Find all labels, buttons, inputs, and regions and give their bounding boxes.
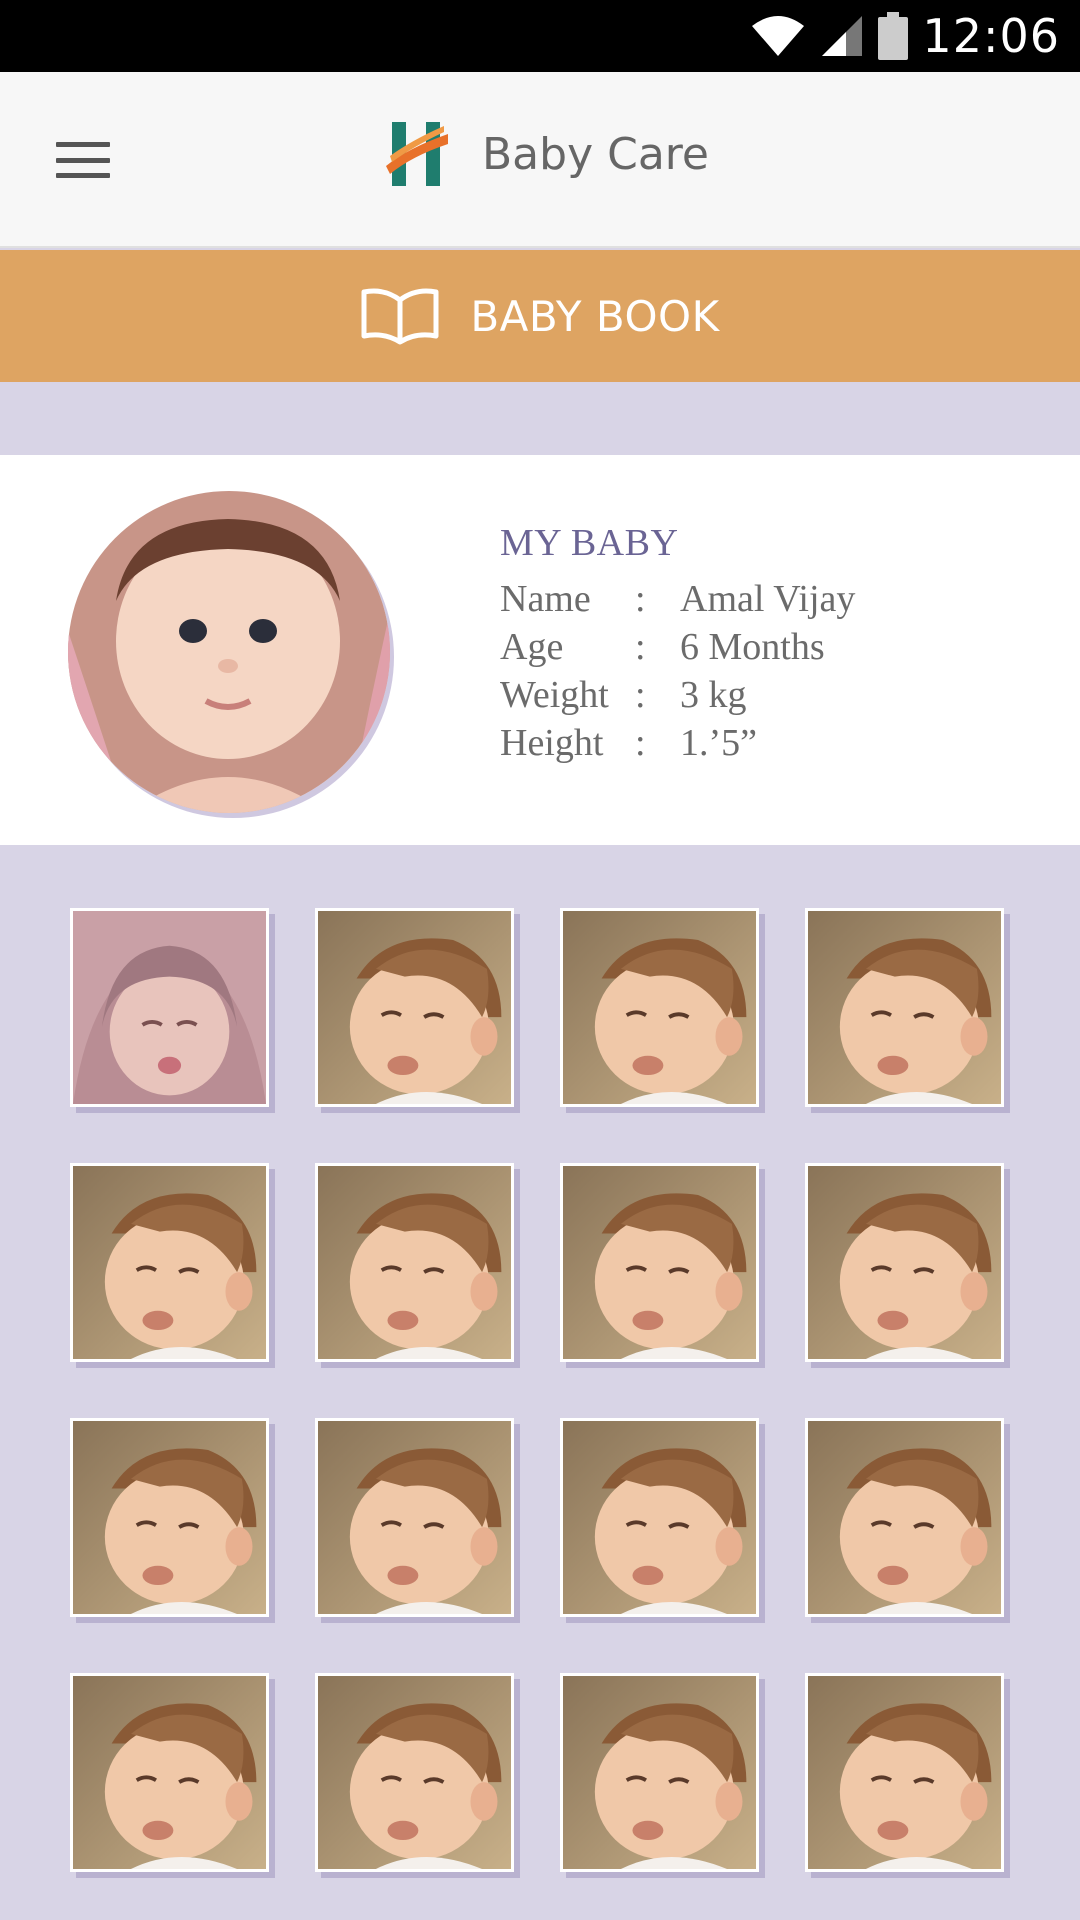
- app-bar: Baby Care: [0, 72, 1080, 248]
- info-separator: :: [635, 722, 646, 764]
- info-row-weight: Weight : 3 kg: [500, 671, 855, 719]
- gallery-photo-pouting-baby[interactable]: [70, 1163, 269, 1362]
- gallery-photo-pouting-baby[interactable]: [560, 1418, 759, 1617]
- gallery-photo-pouting-baby[interactable]: [805, 1673, 1004, 1872]
- gallery-photo-pouting-baby[interactable]: [315, 1418, 514, 1617]
- battery-icon: [878, 12, 909, 60]
- gallery-photo-pouting-baby[interactable]: [315, 1673, 514, 1872]
- gallery-photo-pouting-baby[interactable]: [805, 1418, 1004, 1617]
- open-book-icon: [361, 288, 439, 345]
- hamburger-menu-icon[interactable]: [50, 130, 116, 190]
- signal-icon: [822, 16, 863, 56]
- info-separator: :: [635, 674, 646, 716]
- info-label: Name: [500, 578, 591, 620]
- info-separator: :: [635, 626, 646, 668]
- gallery-photo-pouting-baby[interactable]: [805, 908, 1004, 1107]
- baby-avatar[interactable]: [68, 491, 390, 813]
- wifi-icon: [752, 16, 805, 56]
- info-row-name: Name : Amal Vijay: [500, 575, 855, 623]
- info-value: 1.’5”: [680, 722, 758, 764]
- app-brand: Baby Care: [386, 122, 709, 186]
- info-separator: :: [635, 578, 646, 620]
- info-row-age: Age : 6 Months: [500, 623, 855, 671]
- gallery-photo-pouting-baby[interactable]: [70, 1673, 269, 1872]
- info-label: Height: [500, 722, 604, 764]
- gallery-photo-pouting-baby[interactable]: [805, 1163, 1004, 1362]
- info-value: Amal Vijay: [680, 578, 856, 620]
- profile-title: MY BABY: [500, 522, 679, 564]
- gallery-photo-sleeping-baby[interactable]: [70, 908, 269, 1107]
- gallery-photo-pouting-baby[interactable]: [315, 908, 514, 1107]
- photo-gallery: [70, 908, 1020, 1872]
- info-label: Weight: [500, 674, 609, 716]
- info-value: 3 kg: [680, 674, 747, 716]
- baby-book-header[interactable]: BABY BOOK: [0, 250, 1080, 382]
- gallery-photo-pouting-baby[interactable]: [70, 1418, 269, 1617]
- gallery-photo-pouting-baby[interactable]: [560, 908, 759, 1107]
- info-value: 6 Months: [680, 626, 825, 668]
- gallery-photo-pouting-baby[interactable]: [315, 1163, 514, 1362]
- info-label: Age: [500, 626, 564, 668]
- gallery-photo-pouting-baby[interactable]: [560, 1673, 759, 1872]
- baby-book-label: BABY BOOK: [470, 291, 720, 341]
- app-title: Baby Care: [482, 128, 709, 180]
- gallery-photo-pouting-baby[interactable]: [560, 1163, 759, 1362]
- status-time: 12:06: [922, 9, 1060, 63]
- status-bar: 12:06: [0, 0, 1080, 72]
- baby-profile-card: MY BABY Name : Amal Vijay Age : 6 Months…: [0, 455, 1080, 845]
- baby-info: MY BABY Name : Amal Vijay Age : 6 Months…: [500, 521, 855, 767]
- info-row-height: Height : 1.’5”: [500, 719, 855, 767]
- status-icons: 12:06: [750, 0, 1060, 72]
- hospital-h-logo-icon: [386, 122, 448, 186]
